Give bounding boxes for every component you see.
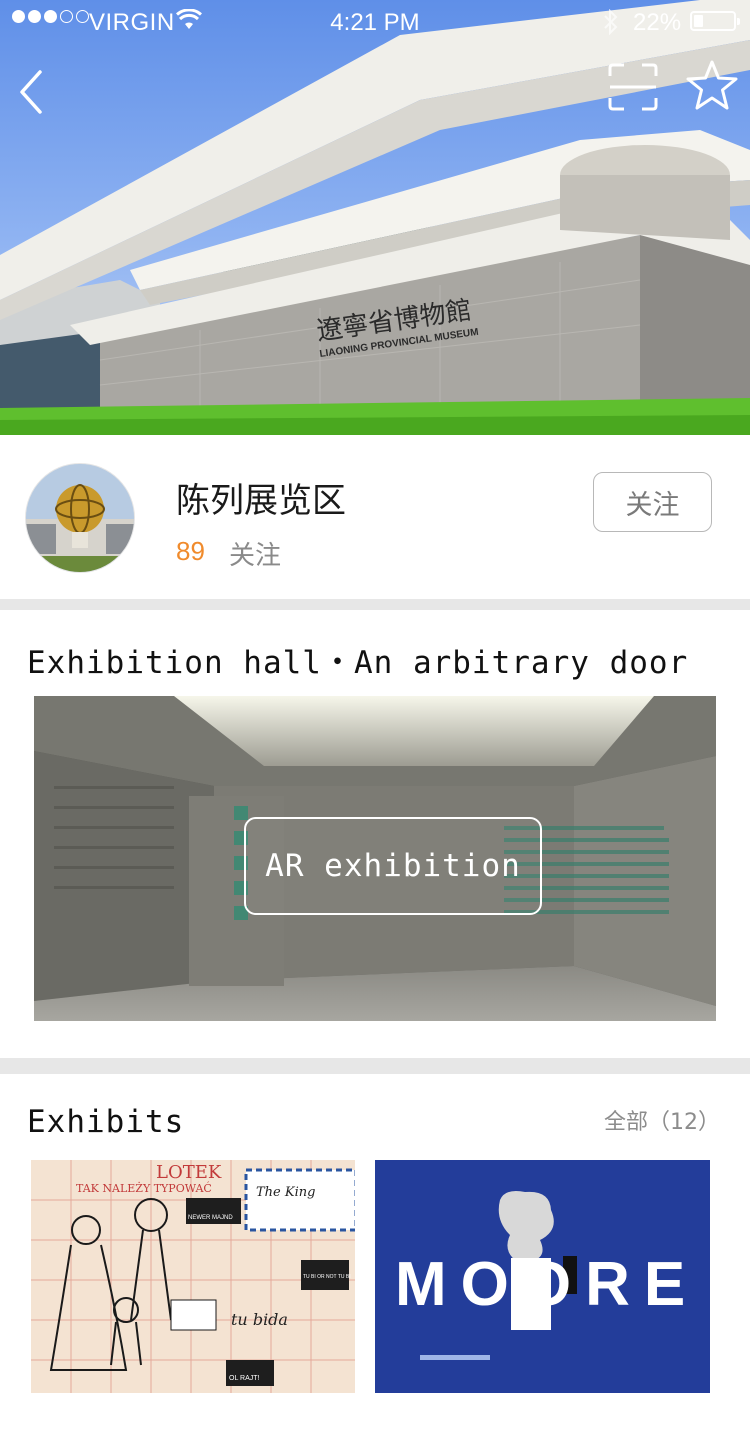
hall-title: Exhibition hall・An arbitrary door	[27, 645, 689, 681]
exhibits-section: Exhibits 全部（12） LOTEK TAK NALEŻY TYPOWAĆ…	[0, 1074, 750, 1446]
poster-text: The King	[256, 1185, 315, 1200]
follower-label: 关注	[229, 541, 282, 571]
exhibit-card[interactable]: MOORE	[375, 1160, 710, 1393]
exhibition-hall-section: Exhibition hall・An arbitrary door AR exh…	[0, 610, 750, 1058]
section-divider	[0, 1058, 750, 1074]
poster-text: OL RAJT!	[229, 1375, 260, 1382]
battery-percent: 22%	[633, 9, 682, 36]
avatar[interactable]	[26, 464, 134, 572]
follow-button[interactable]: 关注	[593, 472, 712, 532]
scan-icon	[608, 63, 658, 111]
back-button[interactable]	[14, 66, 54, 118]
chevron-left-icon	[20, 70, 42, 114]
exhibits-title: Exhibits	[27, 1104, 185, 1140]
venue-name: 陈列展览区	[176, 481, 346, 521]
carrier-name: VIRGIN	[89, 9, 175, 36]
hall-image[interactable]: AR exhibition	[34, 696, 716, 1021]
venue-profile: 陈列展览区 89 关注 关注	[0, 435, 750, 599]
scan-button[interactable]	[606, 62, 660, 112]
exhibit-card[interactable]: LOTEK TAK NALEŻY TYPOWAĆ The King NEWER …	[31, 1160, 355, 1393]
star-icon	[686, 60, 738, 110]
bluetooth-icon	[603, 8, 619, 42]
poster-text: LOTEK	[156, 1162, 222, 1183]
poster-text: NEWER MAJND	[188, 1215, 233, 1221]
status-bar: VIRGIN 4:21 PM 22%	[0, 0, 750, 44]
wifi-icon	[176, 8, 202, 38]
hero-banner: 遼寧省博物館 LIAONING PROVINCIAL MUSEUM VIRGIN…	[0, 0, 750, 435]
battery-icon	[690, 11, 740, 31]
ar-exhibition-button[interactable]: AR exhibition	[244, 817, 542, 915]
exhibit-poster-image: MOORE	[375, 1160, 710, 1393]
poster-text: tu bida	[231, 1310, 288, 1329]
poster-text: TU BI OR NOT TU BI	[303, 1274, 351, 1280]
clock: 4:21 PM	[330, 9, 420, 36]
favorite-button[interactable]	[684, 58, 740, 114]
exhibit-poster-image: LOTEK TAK NALEŻY TYPOWAĆ The King NEWER …	[31, 1160, 355, 1393]
poster-text: TAK NALEŻY TYPOWAĆ	[76, 1181, 212, 1195]
signal-strength-icon	[12, 10, 89, 23]
follower-count: 89	[176, 536, 205, 566]
view-all-link[interactable]: 全部（12）	[604, 1104, 720, 1136]
section-divider	[0, 599, 750, 610]
poster-text: MOORE	[395, 1250, 699, 1319]
